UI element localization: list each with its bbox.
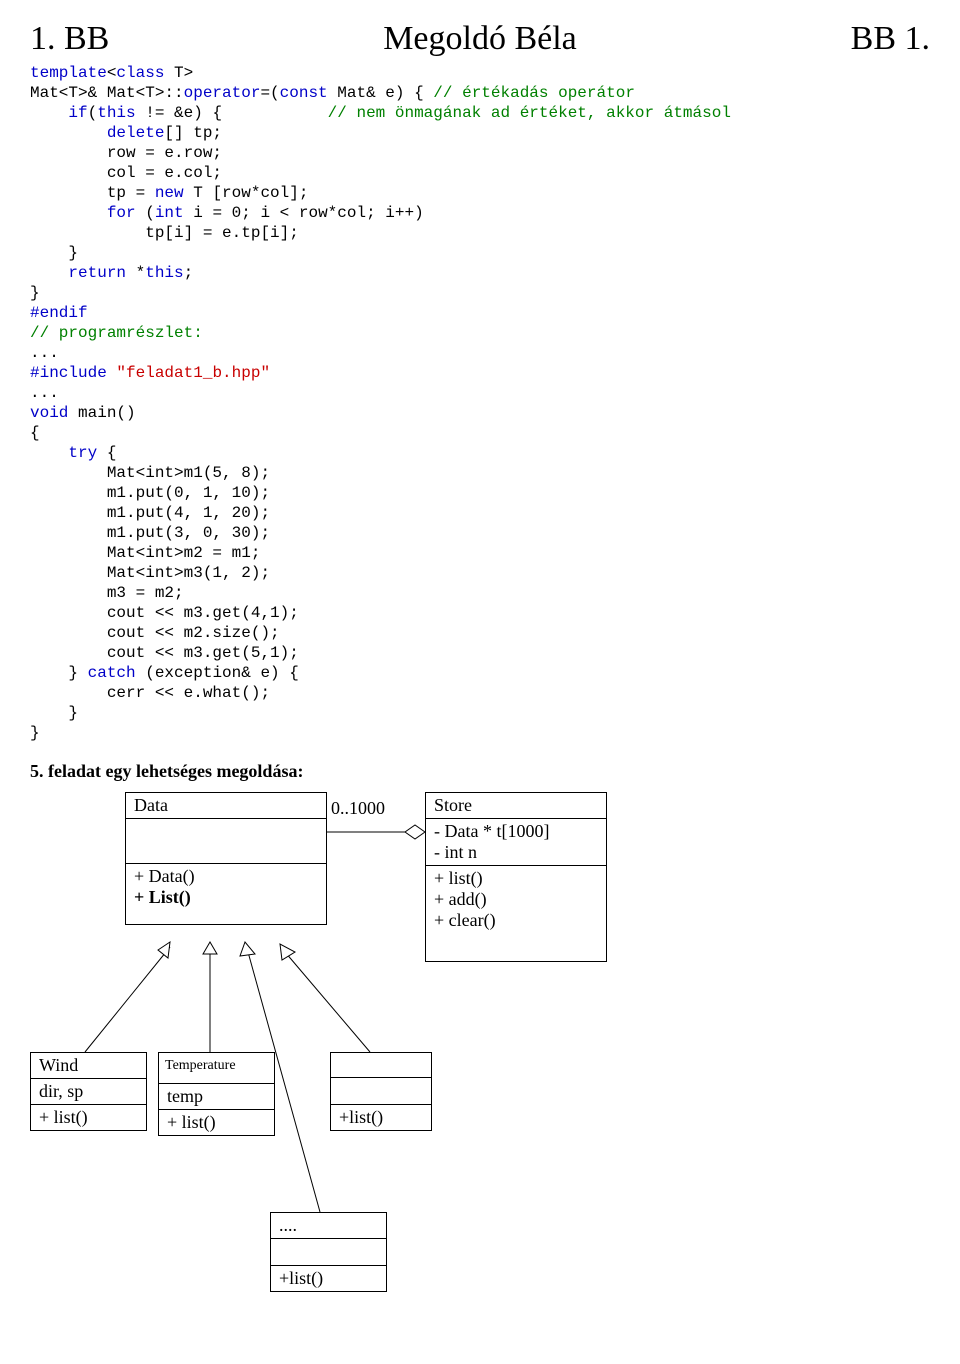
assoc-label: 0..1000 <box>331 798 385 819</box>
section-heading: 5. feladat egy lehetséges megoldása: <box>30 761 930 782</box>
uml-title: Data <box>126 793 326 819</box>
uml-class-anon1: +list() <box>330 1052 432 1131</box>
header-center: Megoldó Béla <box>109 20 850 58</box>
uml-diagram: Data + Data() + List() Store - Data * t[… <box>30 792 930 1322</box>
uml-class-wind: Wind dir, sp + list() <box>30 1052 147 1131</box>
uml-class-store: Store - Data * t[1000] - int n + list() … <box>425 792 607 962</box>
header-left: 1. BB <box>30 20 109 58</box>
uml-title: Store <box>426 793 606 819</box>
uml-class-data: Data + Data() + List() <box>125 792 327 925</box>
uml-class-temperature: Temperature temp + list() <box>158 1052 275 1136</box>
code-block: template<class T> Mat<T>& Mat<T>::operat… <box>30 63 930 743</box>
header-right: BB 1. <box>851 20 930 58</box>
page-header: 1. BB Megoldó Béla BB 1. <box>30 20 930 58</box>
uml-class-anon2: .... +list() <box>270 1212 387 1292</box>
